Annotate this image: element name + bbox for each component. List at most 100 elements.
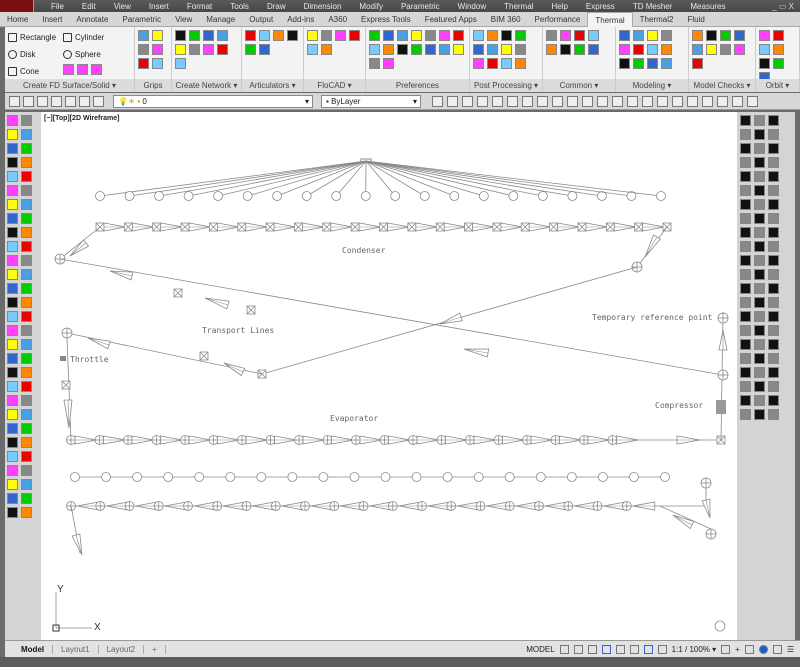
workspace-gear-icon[interactable]	[721, 644, 731, 654]
thermal-tool-icon[interactable]	[740, 199, 751, 210]
draw-tool-icon[interactable]	[7, 451, 18, 462]
view-tool-icon[interactable]	[732, 95, 743, 107]
draw-tool-icon[interactable]	[21, 199, 32, 210]
menu-dimension[interactable]: Dimension	[295, 2, 351, 11]
tool-icon[interactable]	[138, 58, 149, 69]
draw-tool-icon[interactable]	[21, 465, 32, 476]
thermal-tool-icon[interactable]	[768, 381, 779, 392]
view-tool-icon[interactable]	[477, 95, 488, 107]
thermal-tool-icon[interactable]	[754, 171, 765, 182]
tool-icon[interactable]	[619, 44, 630, 55]
tab-insert[interactable]: Insert	[35, 12, 69, 27]
tool-icon[interactable]	[692, 44, 703, 55]
draw-tool-icon[interactable]	[7, 479, 18, 490]
layer-dropdown[interactable]: 💡☀ ▪ 0 ▾	[113, 94, 313, 108]
view-tool-icon[interactable]	[462, 95, 473, 107]
tab-bim-360[interactable]: BIM 360	[484, 12, 528, 27]
thermal-tool-icon[interactable]	[768, 395, 779, 406]
thermal-tool-icon[interactable]	[768, 227, 779, 238]
thermal-tool-icon[interactable]	[740, 143, 751, 154]
view-tool-icon[interactable]	[507, 95, 518, 107]
draw-tool-icon[interactable]	[7, 129, 18, 140]
view-tool-icon[interactable]	[552, 95, 563, 107]
thermal-tool-icon[interactable]	[754, 297, 765, 308]
isolate-icon[interactable]	[744, 644, 754, 654]
tool-icon[interactable]	[175, 44, 186, 55]
tool-icon[interactable]	[473, 30, 484, 41]
tool-icon[interactable]	[633, 58, 644, 69]
thermal-tool-icon[interactable]	[768, 255, 779, 266]
tool-icon[interactable]	[734, 30, 745, 41]
tool-icon[interactable]	[321, 44, 332, 55]
thermal-tool-icon[interactable]	[754, 367, 765, 378]
tool-icon[interactable]	[720, 44, 731, 55]
menu-express[interactable]: Express	[577, 2, 624, 11]
thermal-tool-icon[interactable]	[740, 325, 751, 336]
draw-tool-icon[interactable]	[21, 479, 32, 490]
menu-thermal[interactable]: Thermal	[495, 2, 542, 11]
tool-icon[interactable]	[349, 30, 360, 41]
tool-icon[interactable]	[425, 44, 436, 55]
tool-icon[interactable]	[560, 44, 571, 55]
thermal-tool-icon[interactable]	[754, 409, 765, 420]
create-cylinder-button[interactable]: Cylinder	[63, 30, 115, 44]
draw-tool-icon[interactable]	[21, 283, 32, 294]
view-tool-icon[interactable]	[747, 95, 758, 107]
thermal-tool-icon[interactable]	[754, 311, 765, 322]
tool-icon[interactable]	[773, 44, 784, 55]
thermal-tool-icon[interactable]	[740, 269, 751, 280]
tool-icon[interactable]	[487, 30, 498, 41]
draw-tool-icon[interactable]	[21, 157, 32, 168]
osnap-icon[interactable]	[615, 644, 625, 654]
draw-tool-icon[interactable]	[21, 269, 32, 280]
drawing-viewport[interactable]: Condenser Transport Lines Throttle Evaporat…	[41, 112, 737, 640]
thermal-tool-icon[interactable]	[768, 213, 779, 224]
menu-help[interactable]: Help	[542, 2, 576, 11]
tool-icon[interactable]	[152, 30, 163, 41]
tool-icon[interactable]	[560, 30, 571, 41]
panel-label[interactable]: Grips	[135, 79, 171, 92]
layer-state-icon[interactable]	[93, 95, 104, 107]
draw-tool-icon[interactable]	[7, 423, 18, 434]
draw-tool-icon[interactable]	[21, 493, 32, 504]
thermal-tool-icon[interactable]	[768, 171, 779, 182]
tab-performance[interactable]: Performance	[528, 12, 588, 27]
tool-icon[interactable]	[588, 44, 599, 55]
tab-featured-apps[interactable]: Featured Apps	[418, 12, 484, 27]
draw-tool-icon[interactable]	[21, 241, 32, 252]
tool-icon[interactable]	[661, 58, 672, 69]
tab-thermal2[interactable]: Thermal2	[633, 12, 681, 27]
tool-icon[interactable]	[487, 58, 498, 69]
tool-icon[interactable]	[91, 64, 102, 75]
panel-label[interactable]: Post Processing ▾	[470, 79, 542, 92]
view-tool-icon[interactable]	[537, 95, 548, 107]
draw-tool-icon[interactable]	[7, 395, 18, 406]
thermal-tool-icon[interactable]	[754, 143, 765, 154]
draw-tool-icon[interactable]	[7, 241, 18, 252]
view-tool-icon[interactable]	[672, 95, 683, 107]
tool-icon[interactable]	[661, 30, 672, 41]
menu-insert[interactable]: Insert	[140, 2, 178, 11]
layout-tab-add[interactable]: +	[144, 644, 166, 654]
thermal-tool-icon[interactable]	[768, 157, 779, 168]
thermal-tool-icon[interactable]	[768, 129, 779, 140]
thermal-tool-icon[interactable]	[754, 395, 765, 406]
tool-icon[interactable]	[411, 30, 422, 41]
thermal-tool-icon[interactable]	[740, 157, 751, 168]
tool-icon[interactable]	[759, 44, 770, 55]
draw-tool-icon[interactable]	[7, 493, 18, 504]
tool-icon[interactable]	[501, 44, 512, 55]
save-icon[interactable]	[37, 95, 48, 107]
tool-icon[interactable]	[487, 44, 498, 55]
thermal-tool-icon[interactable]	[754, 381, 765, 392]
view-tool-icon[interactable]	[582, 95, 593, 107]
draw-tool-icon[interactable]	[21, 311, 32, 322]
layout-tab-model[interactable]: Model	[13, 644, 54, 654]
thermal-tool-icon[interactable]	[740, 129, 751, 140]
tool-icon[interactable]	[369, 30, 380, 41]
view-tool-icon[interactable]	[642, 95, 653, 107]
menu-measures[interactable]: Measures	[681, 2, 734, 11]
tool-icon[interactable]	[501, 58, 512, 69]
tool-icon[interactable]	[203, 30, 214, 41]
tool-icon[interactable]	[259, 44, 270, 55]
